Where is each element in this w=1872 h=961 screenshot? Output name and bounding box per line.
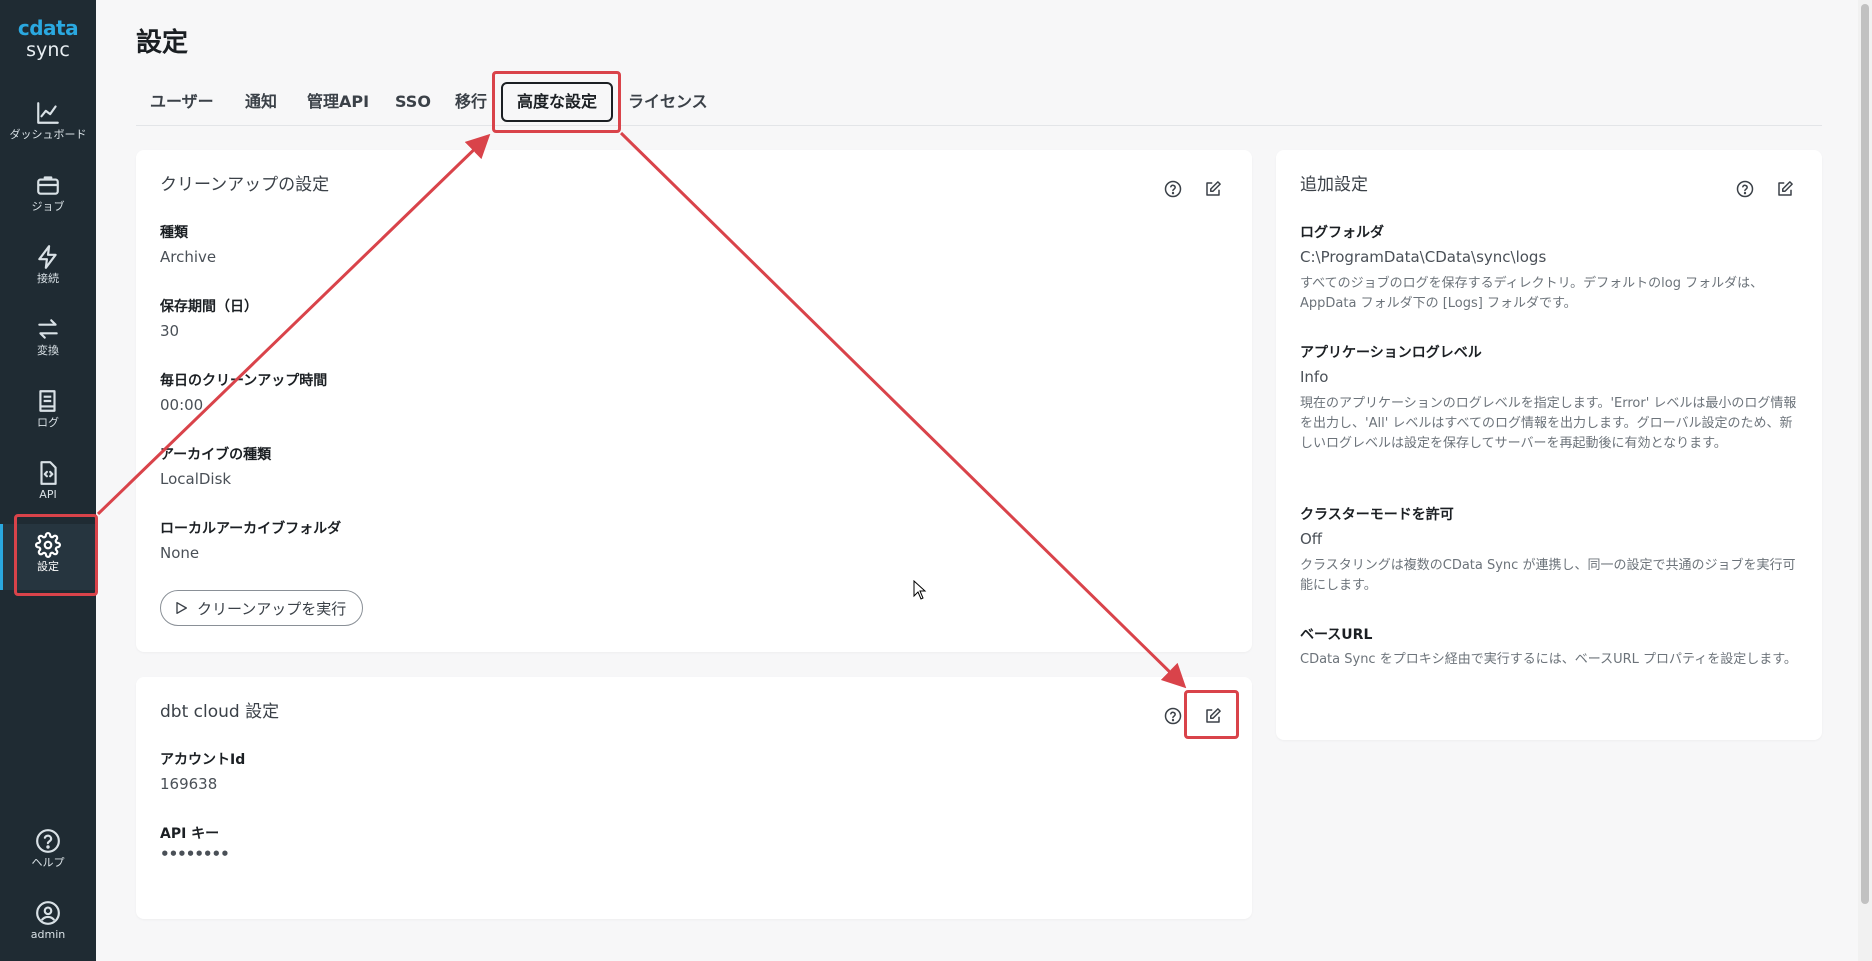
scrollbar-thumb[interactable] [1861,4,1869,904]
tab-migration[interactable]: 移行 [455,82,487,126]
run-cleanup-label: クリーンアップを実行 [197,600,347,618]
code-file-icon [40,461,57,485]
user-circle-icon [36,901,60,925]
play-icon [176,602,187,614]
brand-name: cdata [17,16,79,40]
tab-admin-api[interactable]: 管理API [307,82,369,126]
field-value: Archive [160,248,217,266]
field-value: Info [1300,368,1329,386]
field-description: 現在のアプリケーションのログレベルを指定します。'Error' レベルは最小のロ… [1300,396,1797,451]
chart-line-icon [37,102,59,124]
dbt-cloud-settings-card: dbt cloud 設定 アカウントId 169638 API キー •••••… [136,677,1252,919]
gear-icon [35,532,61,558]
lightning-icon [38,245,57,269]
tab-notifications[interactable]: 通知 [245,82,277,126]
sidebar-item-api[interactable]: API [0,452,96,518]
card-title: クリーンアップの設定 [160,175,330,195]
field-value: None [160,544,200,562]
field-value: 169638 [160,775,218,793]
edit-icon[interactable] [1776,180,1794,198]
product-name: sync [26,39,70,61]
card-title: dbt cloud 設定 [160,702,280,722]
book-icon [39,390,56,412]
page-scrollbar[interactable] [1858,0,1872,961]
field-label: ローカルアーカイブフォルダ [160,521,342,537]
sidebar-item-label: 設定 [37,560,59,573]
tab-users[interactable]: ユーザー [150,82,214,126]
field-value: •••••••• [160,845,230,863]
sidebar-item-label: 接続 [37,272,59,285]
field-value: 00:00 [160,396,204,414]
field-value: 30 [160,322,180,340]
page-title: 設定 [136,28,189,58]
mouse-cursor-icon [913,580,927,600]
card-title: 追加設定 [1300,175,1368,195]
briefcase-icon [37,176,59,195]
sidebar-item-settings[interactable]: 設定 [0,524,96,590]
arrows-swap-icon [38,319,58,339]
sidebar-item-label: 変換 [37,344,59,357]
help-circle-icon[interactable] [1164,707,1182,725]
field-label: API キー [160,826,220,842]
sidebar-item-label: ジョブ [31,200,65,213]
field-label: ログフォルダ [1300,225,1384,241]
help-circle-icon[interactable] [1736,180,1754,198]
field-value: Off [1300,530,1323,548]
settings-tabs: ユーザー 通知 管理API SSO 移行 高度な設定 ライセンス [136,82,1822,126]
sidebar: cdata sync ダッシュボード ジョブ 接続 変換 ログ API 設定 ヘ… [0,0,96,961]
field-label: 毎日のクリーンアップ時間 [160,373,328,389]
sidebar-item-logs[interactable]: ログ [0,380,96,446]
field-description: すべてのジョブのログを保存するディレクトリ。デフォルトのlog フォルダは、Ap… [1300,276,1764,311]
sidebar-item-admin[interactable]: admin [0,892,96,958]
field-label: アプリケーションログレベル [1300,345,1482,361]
sidebar-item-label: ヘルプ [31,856,65,869]
sidebar-item-jobs[interactable]: ジョブ [0,164,96,230]
sidebar-item-help[interactable]: ヘルプ [0,820,96,886]
field-value: C:\ProgramData\CData\sync\logs [1300,248,1547,266]
field-value: LocalDisk [160,470,232,488]
field-label: アカウントId [160,752,246,768]
sidebar-item-transformations[interactable]: 変換 [0,308,96,374]
sidebar-item-label: ログ [37,416,59,429]
edit-icon[interactable] [1204,180,1222,198]
tab-license[interactable]: ライセンス [628,82,708,126]
app-logo[interactable]: cdata sync [0,18,96,62]
help-circle-icon [36,829,60,853]
field-label: クラスターモードを許可 [1300,507,1454,523]
sidebar-item-connections[interactable]: 接続 [0,236,96,302]
field-description: クラスタリングは複数のCData Sync が連携し、同一の設定で共通のジョブを… [1300,558,1796,593]
sidebar-item-label: ダッシュボード [9,128,87,141]
sidebar-item-dashboard[interactable]: ダッシュボード [0,92,96,158]
sidebar-item-label: API [39,488,57,501]
tab-sso[interactable]: SSO [395,82,431,126]
field-label: アーカイブの種類 [160,447,272,463]
help-circle-icon[interactable] [1164,180,1182,198]
cleanup-settings-card: クリーンアップの設定 種類 Archive 保存期間（日） 30 毎日のクリーン… [136,150,1252,652]
sidebar-item-label: admin [30,928,66,941]
edit-icon[interactable] [1204,707,1222,725]
run-cleanup-button[interactable]: クリーンアップを実行 [160,590,364,626]
tab-advanced[interactable]: 高度な設定 [501,82,614,122]
field-label: ベースURL [1300,627,1373,643]
field-description: CData Sync をプロキシ経由で実行するには、ベースURL プロパティを設… [1300,652,1797,667]
field-label: 種類 [160,225,188,241]
additional-settings-card: 追加設定 ログフォルダ C:\ProgramData\CData\sync\lo… [1276,150,1822,740]
field-label: 保存期間（日） [160,299,258,315]
